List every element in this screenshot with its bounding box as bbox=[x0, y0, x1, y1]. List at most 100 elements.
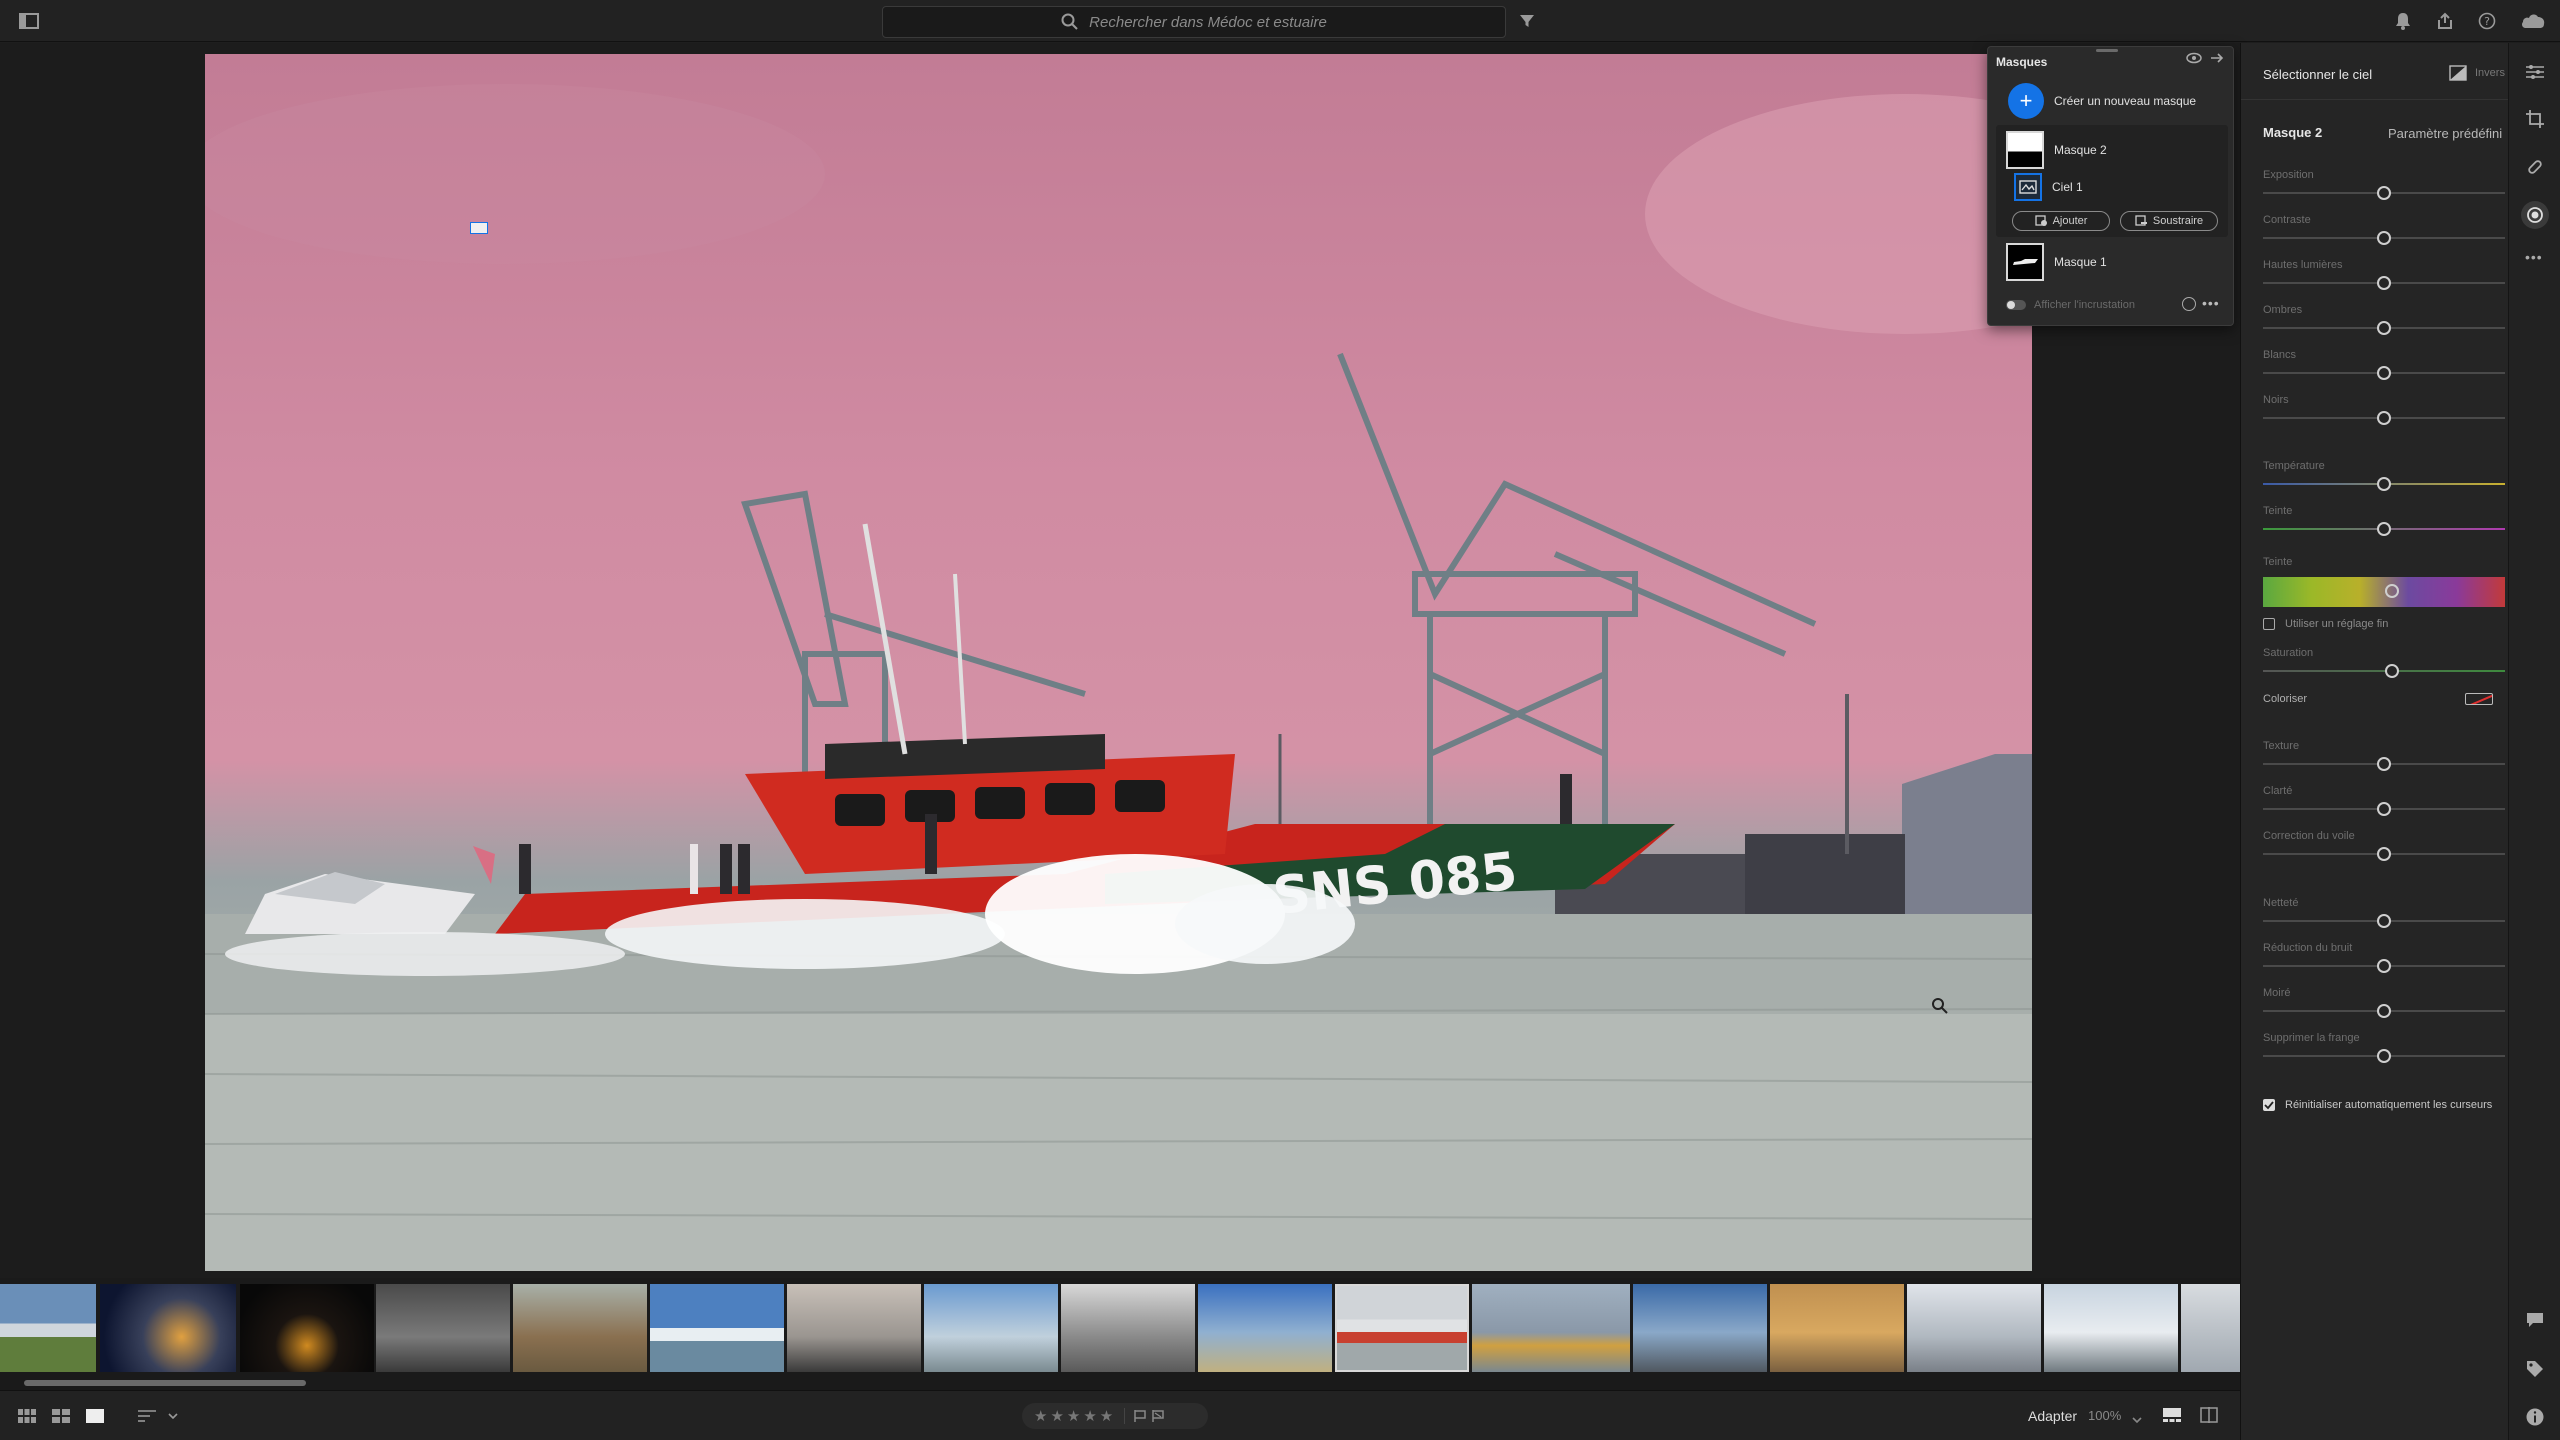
sort-icon[interactable] bbox=[138, 1409, 178, 1423]
filmstrip-scrollbar[interactable] bbox=[24, 1380, 306, 1386]
sort-chevron-icon[interactable] bbox=[168, 1412, 178, 1420]
filmstrip-thumbnail[interactable] bbox=[1633, 1284, 1767, 1372]
filmstrip-thumbnail[interactable] bbox=[513, 1284, 647, 1372]
divider bbox=[2241, 99, 2509, 100]
mask-2-row[interactable]: Masque 2 bbox=[2006, 131, 2107, 169]
single-view-icon[interactable] bbox=[86, 1409, 104, 1428]
pick-flag-icon[interactable] bbox=[1133, 1409, 1147, 1423]
filmstrip-thumbnail[interactable] bbox=[1770, 1284, 1904, 1372]
slider-knob[interactable] bbox=[2377, 1049, 2391, 1063]
slider-knob[interactable] bbox=[2377, 847, 2391, 861]
hue-slider-knob[interactable] bbox=[2385, 584, 2399, 598]
slider-knob[interactable] bbox=[2377, 959, 2391, 973]
tag-icon[interactable] bbox=[2525, 1359, 2545, 1384]
filmstrip-thumbnail[interactable] bbox=[1472, 1284, 1630, 1372]
reject-flag-icon[interactable] bbox=[1151, 1409, 1165, 1423]
slider-knob[interactable] bbox=[2377, 186, 2391, 200]
panel-toggle-icon[interactable] bbox=[14, 6, 44, 36]
saturation-knob[interactable] bbox=[2385, 664, 2399, 678]
slider-knob[interactable] bbox=[2377, 477, 2391, 491]
harbor-boat-image: SNS 085 bbox=[205, 84, 2032, 1271]
slider-label: Moiré bbox=[2263, 987, 2291, 999]
filmstrip-thumbnail[interactable] bbox=[2044, 1284, 2178, 1372]
zoom-cursor-icon bbox=[1931, 997, 1949, 1020]
filmstrip-toggle-icon[interactable] bbox=[2162, 1407, 2182, 1428]
more-options-icon[interactable]: ••• bbox=[2202, 295, 2220, 311]
filter-icon[interactable] bbox=[1512, 6, 1542, 36]
slider-knob[interactable] bbox=[2377, 411, 2391, 425]
main-photo[interactable]: SNS 085 bbox=[205, 54, 2032, 1271]
slider-knob[interactable] bbox=[2377, 276, 2391, 290]
slider-knob[interactable] bbox=[2377, 757, 2391, 771]
add-to-mask-button[interactable]: Ajouter bbox=[2012, 211, 2110, 231]
fine-adjust-row[interactable]: Utiliser un réglage fin bbox=[2263, 618, 2388, 630]
filmstrip-thumbnail[interactable] bbox=[376, 1284, 510, 1372]
filmstrip-thumbnail[interactable] bbox=[240, 1284, 374, 1372]
create-mask-button[interactable]: + Créer un nouveau masque bbox=[2008, 83, 2196, 119]
masking-tool-icon[interactable] bbox=[2521, 201, 2549, 229]
colorize-swatch[interactable] bbox=[2465, 693, 2493, 705]
filmstrip-thumbnail[interactable] bbox=[1198, 1284, 1332, 1372]
slider-label: Supprimer la frange bbox=[2263, 1032, 2360, 1044]
preset-dropdown[interactable]: Paramètre prédéfini bbox=[2388, 126, 2502, 141]
filmstrip-thumbnail[interactable] bbox=[100, 1284, 236, 1372]
hue-slider-track[interactable] bbox=[2263, 577, 2505, 607]
overlay-toggle-switch[interactable] bbox=[2006, 300, 2026, 310]
edit-sliders-icon[interactable] bbox=[2525, 63, 2545, 86]
filmstrip-thumbnail[interactable] bbox=[924, 1284, 1058, 1372]
cloud-icon[interactable] bbox=[2516, 6, 2550, 36]
slider-knob[interactable] bbox=[2377, 231, 2391, 245]
filmstrip-thumbnail[interactable] bbox=[787, 1284, 921, 1372]
healing-brush-icon[interactable] bbox=[2525, 157, 2545, 182]
zoom-level-dropdown[interactable]: 100% bbox=[2088, 1408, 2121, 1423]
slider-knob[interactable] bbox=[2377, 522, 2391, 536]
filmstrip-thumbnail-selected[interactable] bbox=[1335, 1284, 1469, 1372]
hue-label: Teinte bbox=[2263, 556, 2293, 568]
sky-component-row[interactable]: Ciel 1 bbox=[2014, 173, 2083, 201]
notification-bell-icon[interactable] bbox=[2388, 6, 2418, 36]
auto-reset-checkbox[interactable] bbox=[2263, 1099, 2275, 1111]
mask-1-row[interactable]: Masque 1 bbox=[2006, 243, 2107, 281]
masks-panel: Masques + Créer un nouveau masque Masque… bbox=[1987, 46, 2234, 326]
fit-zoom-button[interactable]: Adapter bbox=[2028, 1408, 2077, 1424]
grid-view-large-icon[interactable] bbox=[52, 1409, 70, 1428]
slider-knob[interactable] bbox=[2377, 321, 2391, 335]
compare-view-icon[interactable] bbox=[2200, 1407, 2218, 1428]
invert-label[interactable]: Invers bbox=[2475, 67, 2505, 79]
slider-knob[interactable] bbox=[2377, 914, 2391, 928]
visibility-eye-icon[interactable] bbox=[2186, 51, 2202, 67]
filmstrip-thumbnail[interactable] bbox=[650, 1284, 784, 1372]
invert-icon[interactable] bbox=[2449, 65, 2467, 86]
star-rating-icon[interactable]: ★★★★★ bbox=[1034, 1407, 1116, 1425]
zoom-chevron-icon[interactable] bbox=[2132, 1411, 2142, 1429]
panel-drag-handle[interactable] bbox=[2096, 49, 2118, 52]
fine-adjust-checkbox[interactable] bbox=[2263, 618, 2275, 630]
grid-view-small-icon[interactable] bbox=[18, 1409, 36, 1428]
slider-knob[interactable] bbox=[2377, 802, 2391, 816]
comment-icon[interactable] bbox=[2525, 1311, 2545, 1334]
share-icon[interactable] bbox=[2430, 6, 2460, 36]
more-tools-icon[interactable]: ••• bbox=[2525, 249, 2543, 265]
collapse-arrow-icon[interactable] bbox=[2210, 51, 2224, 69]
rating-and-flags: ★★★★★ bbox=[1022, 1403, 1208, 1429]
overlay-color-icon[interactable] bbox=[2182, 297, 2196, 311]
overlay-toggle-label: Afficher l'incrustation bbox=[2034, 299, 2135, 311]
filmstrip-thumbnail[interactable] bbox=[2181, 1284, 2240, 1372]
filmstrip-thumbnail[interactable] bbox=[1907, 1284, 2041, 1372]
crop-icon[interactable] bbox=[2525, 109, 2545, 134]
info-icon[interactable] bbox=[2525, 1407, 2545, 1432]
filmstrip-thumbnail[interactable] bbox=[1061, 1284, 1195, 1372]
slider-label: Exposition bbox=[2263, 169, 2314, 181]
slider-label: Réduction du bruit bbox=[2263, 942, 2353, 954]
saturation-track[interactable] bbox=[2263, 670, 2505, 672]
search-field[interactable]: Rechercher dans Médoc et estuaire bbox=[882, 6, 1506, 38]
mask-pin-icon[interactable] bbox=[470, 222, 488, 234]
auto-reset-row[interactable]: Réinitialiser automatiquement les curseu… bbox=[2263, 1099, 2492, 1111]
help-icon[interactable]: ? bbox=[2472, 6, 2502, 36]
subtract-from-mask-button[interactable]: Soustraire bbox=[2120, 211, 2218, 231]
slider-knob[interactable] bbox=[2377, 366, 2391, 380]
overlay-toggle-row[interactable]: Afficher l'incrustation bbox=[2006, 299, 2135, 311]
filmstrip-thumbnail[interactable] bbox=[0, 1284, 96, 1372]
mask-2-label: Masque 2 bbox=[2054, 143, 2107, 157]
slider-knob[interactable] bbox=[2377, 1004, 2391, 1018]
